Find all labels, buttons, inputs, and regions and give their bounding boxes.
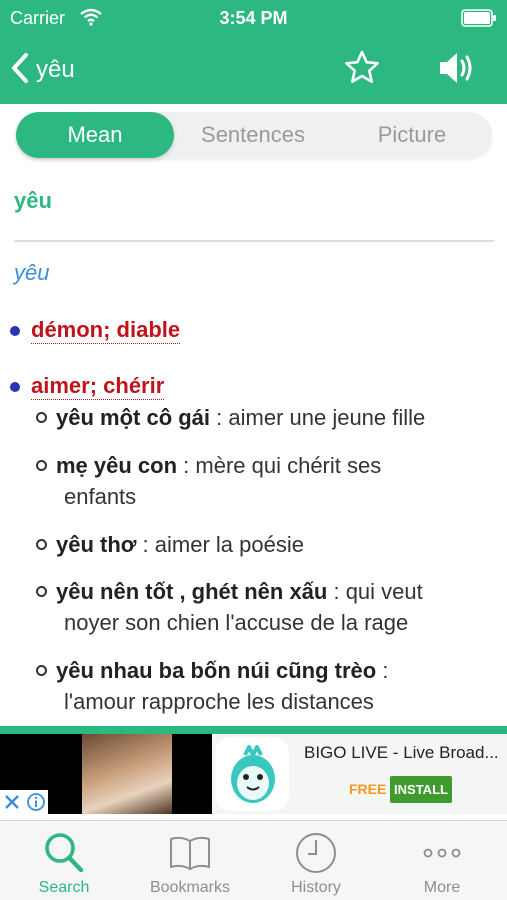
circle-bullet-icon	[36, 460, 47, 471]
example-fr: : aimer la poésie	[136, 532, 304, 557]
tab-label: More	[423, 879, 461, 896]
status-bar: Carrier 3:54 PM	[0, 0, 507, 36]
tab-history[interactable]: History	[256, 821, 376, 900]
ad-free-label: FREE	[349, 781, 387, 797]
tab-sentences[interactable]: Sentences	[174, 112, 332, 158]
nav-title: yêu	[36, 56, 75, 83]
example-fr-cont: noyer son chien l'accuse de la rage	[64, 610, 409, 635]
back-button[interactable]: yêu	[8, 48, 75, 92]
bullet-icon	[10, 382, 20, 392]
phonetic: yêu	[14, 260, 50, 285]
ad-choices[interactable]	[0, 790, 48, 814]
ad-title: BIGO LIVE - Live Broad...	[304, 743, 499, 762]
example-fr: : aimer une jeune fille	[210, 405, 426, 430]
nav-bar: yêu	[0, 36, 507, 104]
ad-card[interactable]: BIGO LIVE - Live Broad... FREE INSTALL	[212, 734, 507, 814]
install-button[interactable]: INSTALL	[390, 776, 452, 803]
tab-mean[interactable]: Mean	[16, 112, 174, 158]
tab-bar: Search Bookmarks History More	[0, 820, 507, 900]
example-fr: : mère qui chérit ses	[177, 453, 382, 478]
divider	[14, 240, 494, 242]
ad-image	[82, 734, 172, 814]
close-icon[interactable]	[2, 792, 22, 817]
clock-time: 3:54 PM	[219, 8, 288, 28]
tab-bookmarks[interactable]: Bookmarks	[130, 821, 250, 900]
example-vi: yêu một cô gái	[56, 405, 211, 430]
battery-icon	[461, 9, 497, 27]
app-icon	[215, 737, 289, 811]
tab-search[interactable]: Search	[4, 821, 124, 900]
segment-control: Mean Sentences Picture	[16, 112, 492, 158]
ad-banner[interactable]: BIGO LIVE - Live Broad... FREE INSTALL	[0, 734, 507, 814]
example-vi: yêu nhau ba bốn núi cũng trèo	[56, 658, 377, 683]
info-icon[interactable]	[26, 792, 46, 817]
example-vi: mẹ yêu con	[56, 453, 178, 478]
example-fr: : qui veut	[327, 579, 423, 604]
ad-divider	[0, 726, 507, 734]
example-fr-cont: enfants	[64, 484, 137, 509]
circle-bullet-icon	[36, 665, 47, 676]
example-vi: yêu nên tốt , ghét nên xấu	[56, 579, 328, 604]
example-vi: yêu thơ	[56, 532, 137, 557]
tab-label: Search	[38, 879, 90, 896]
circle-bullet-icon	[36, 539, 47, 550]
example-fr: :	[376, 658, 389, 683]
headword: yêu	[14, 188, 52, 213]
tab-picture[interactable]: Picture	[332, 112, 492, 158]
tab-label: Bookmarks	[149, 879, 231, 896]
sense-text[interactable]: aimer; chérir	[31, 372, 165, 400]
star-icon[interactable]	[342, 48, 382, 88]
tab-label: History	[291, 879, 341, 896]
example-fr-cont: l'amour rapproche les distances	[64, 689, 374, 714]
circle-bullet-icon	[36, 586, 47, 597]
bullet-icon	[10, 326, 20, 336]
sense-text[interactable]: démon; diable	[31, 316, 181, 344]
chevron-left-icon	[8, 51, 32, 90]
circle-bullet-icon	[36, 412, 47, 423]
speaker-icon[interactable]	[436, 48, 480, 88]
tab-more[interactable]: More	[382, 821, 502, 900]
